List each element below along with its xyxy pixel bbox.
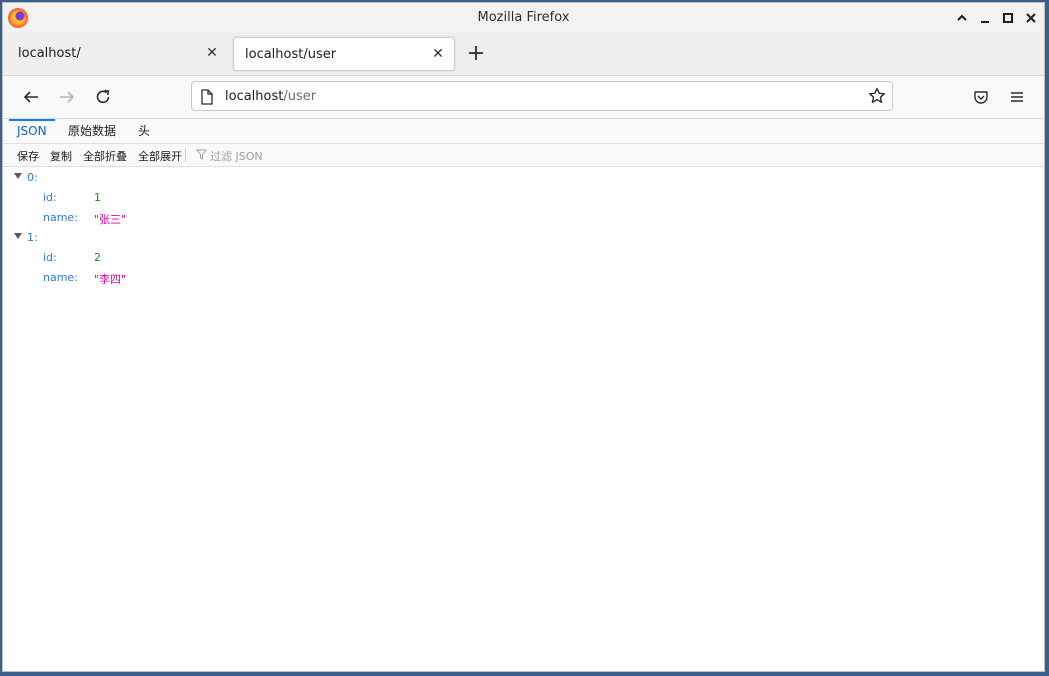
json-number-value: 2: [94, 251, 101, 264]
browser-window: Mozilla Firefox localhost/ ✕ localhost/u…: [2, 2, 1045, 672]
address-bar[interactable]: localhost/user: [191, 81, 893, 111]
tree-row-name[interactable]: name: "张三": [3, 207, 1044, 227]
tree-row-name[interactable]: name: "李四": [3, 267, 1044, 287]
tree-row-id[interactable]: id: 2: [3, 247, 1044, 267]
toolbar-divider: [185, 148, 186, 162]
json-string-value: "李四": [94, 273, 127, 286]
navigation-bar: localhost/user: [3, 76, 1044, 119]
minimize-icon[interactable]: [976, 9, 994, 27]
desktop-background-strip: [0, 672, 1049, 676]
close-tab-icon[interactable]: ✕: [202, 43, 222, 63]
tab-label: localhost/: [18, 46, 81, 61]
back-arrow-icon[interactable]: [19, 85, 43, 109]
pocket-icon[interactable]: [969, 85, 993, 109]
new-tab-button[interactable]: +: [465, 43, 487, 65]
close-tab-icon[interactable]: ✕: [428, 44, 448, 64]
hamburger-menu-icon[interactable]: [1005, 85, 1029, 109]
json-toolbar: 保存 复制 全部折叠 全部展开 过滤 JSON: [3, 144, 1044, 167]
maximize-icon[interactable]: [999, 9, 1017, 27]
save-button[interactable]: 保存: [17, 148, 39, 164]
tab-headers[interactable]: 头: [130, 119, 158, 143]
collapse-all-button[interactable]: 全部折叠: [83, 148, 127, 164]
copy-button[interactable]: 复制: [50, 148, 72, 164]
close-window-icon[interactable]: [1022, 9, 1040, 27]
array-index: 1:: [27, 231, 38, 244]
json-string-value: "张三": [94, 213, 127, 226]
json-key: id:: [43, 251, 57, 264]
expand-all-button[interactable]: 全部展开: [138, 148, 182, 164]
filter-placeholder: 过滤 JSON: [210, 150, 263, 163]
url-text[interactable]: localhost/user: [225, 89, 316, 104]
expand-toggle-icon[interactable]: [14, 233, 22, 239]
tab-label: localhost/user: [245, 47, 337, 62]
tree-row-id[interactable]: id: 1: [3, 187, 1044, 207]
filter-json-input[interactable]: 过滤 JSON: [195, 148, 263, 164]
array-index: 0:: [27, 171, 38, 184]
tab-raw-data[interactable]: 原始数据: [60, 119, 124, 143]
json-number-value: 1: [94, 191, 101, 204]
tree-row-item-1[interactable]: 1:: [3, 227, 1044, 247]
tab-json[interactable]: JSON: [9, 119, 55, 143]
maximize-up-icon[interactable]: [953, 9, 971, 27]
forward-arrow-icon[interactable]: [55, 85, 79, 109]
json-key: name:: [43, 271, 78, 284]
filter-icon: [195, 149, 208, 163]
window-title: Mozilla Firefox: [477, 10, 570, 25]
url-path: /user: [283, 89, 317, 104]
json-viewer-tabs: JSON 原始数据 头: [3, 119, 1044, 144]
tab-localhost-user[interactable]: localhost/user ✕: [233, 37, 455, 71]
reload-icon[interactable]: [91, 85, 115, 109]
title-bar: Mozilla Firefox: [3, 3, 1044, 33]
json-key: id:: [43, 191, 57, 204]
tree-row-item-0[interactable]: 0:: [3, 167, 1044, 187]
json-key: name:: [43, 211, 78, 224]
tab-localhost[interactable]: localhost/ ✕: [7, 37, 228, 71]
page-icon: [200, 89, 214, 109]
url-host: localhost: [225, 89, 284, 104]
star-icon[interactable]: [868, 87, 886, 109]
expand-toggle-icon[interactable]: [14, 173, 22, 179]
tab-strip: localhost/ ✕ localhost/user ✕ +: [3, 33, 1044, 76]
